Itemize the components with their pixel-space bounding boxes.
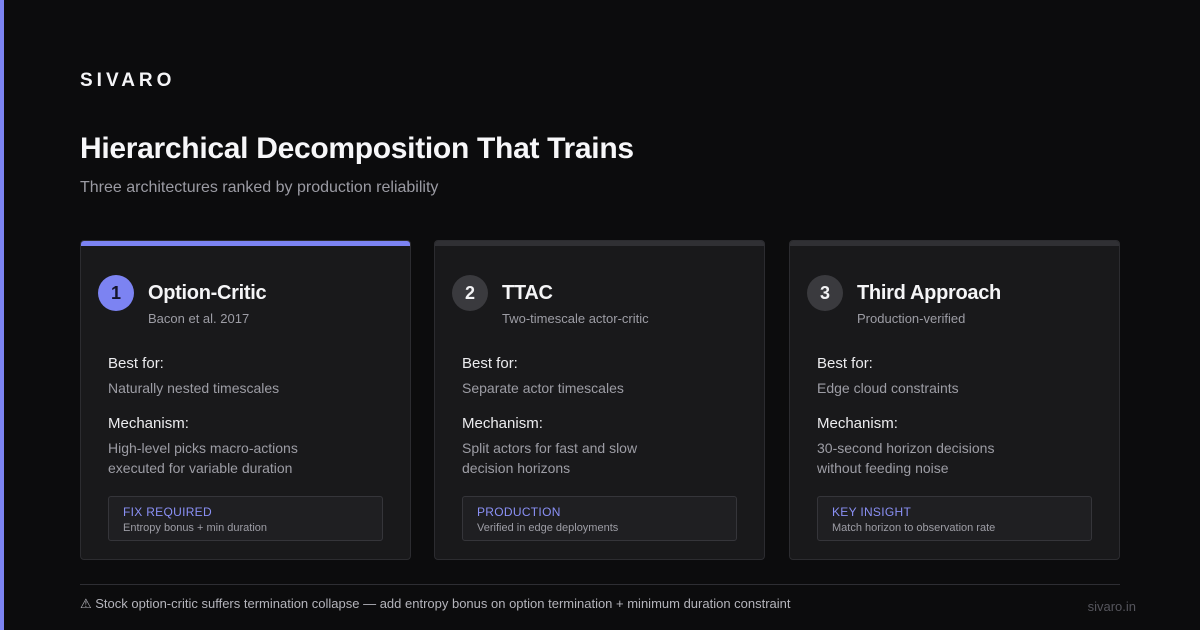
brand-logo: SIVARO xyxy=(80,70,176,91)
card-title: TTAC xyxy=(502,282,553,304)
page-subtitle: Three architectures ranked by production… xyxy=(80,179,439,196)
warning-footnote: ⚠ Stock option-critic suffers terminatio… xyxy=(80,596,791,611)
architecture-card-third-approach: 3 Third Approach Production-verified Bes… xyxy=(789,240,1120,560)
tag-title: KEY INSIGHT xyxy=(832,505,912,519)
mechanism-line-1: High-level picks macro-actions xyxy=(108,440,298,456)
best-for-label: Best for: xyxy=(108,355,164,372)
mechanism-line-1: 30-second horizon decisions xyxy=(817,440,995,456)
card-title: Option-Critic xyxy=(148,282,267,304)
status-tag: FIX REQUIRED Entropy bonus + min duratio… xyxy=(108,496,383,541)
best-for-value: Naturally nested timescales xyxy=(108,380,280,396)
mechanism-value: High-level picks macro-actions executed … xyxy=(108,438,298,478)
mechanism-line-2: decision horizons xyxy=(462,460,571,476)
best-for-value: Edge cloud constraints xyxy=(817,380,959,396)
card-title: Third Approach xyxy=(857,282,1001,304)
card-top-accent xyxy=(790,241,1119,246)
footer-site-link[interactable]: sivaro.in xyxy=(1088,599,1136,614)
mechanism-line-1: Split actors for fast and slow xyxy=(462,440,638,456)
rank-badge: 2 xyxy=(452,275,488,311)
best-for-value: Separate actor timescales xyxy=(462,380,624,396)
mechanism-line-2: without feeding noise xyxy=(817,460,949,476)
card-top-accent xyxy=(81,241,410,246)
architecture-card-ttac: 2 TTAC Two-timescale actor-critic Best f… xyxy=(434,240,765,560)
card-subtitle: Two-timescale actor-critic xyxy=(502,311,649,326)
footer-divider xyxy=(80,584,1120,585)
page-title: Hierarchical Decomposition That Trains xyxy=(80,132,634,165)
mechanism-label: Mechanism: xyxy=(817,415,898,432)
card-top-accent xyxy=(435,241,764,246)
left-accent-bar xyxy=(0,0,4,630)
status-tag: KEY INSIGHT Match horizon to observation… xyxy=(817,496,1092,541)
mechanism-label: Mechanism: xyxy=(108,415,189,432)
tag-title: FIX REQUIRED xyxy=(123,505,212,519)
card-subtitle: Bacon et al. 2017 xyxy=(148,311,250,326)
best-for-label: Best for: xyxy=(462,355,518,372)
status-tag: PRODUCTION Verified in edge deployments xyxy=(462,496,737,541)
tag-title: PRODUCTION xyxy=(477,505,561,519)
card-subtitle: Production-verified xyxy=(857,311,966,326)
best-for-label: Best for: xyxy=(817,355,873,372)
mechanism-line-2: executed for variable duration xyxy=(108,460,293,476)
mechanism-label: Mechanism: xyxy=(462,415,543,432)
tag-text: Verified in edge deployments xyxy=(477,522,619,534)
tag-text: Entropy bonus + min duration xyxy=(123,522,268,534)
rank-badge: 1 xyxy=(98,275,134,311)
rank-badge: 3 xyxy=(807,275,843,311)
architecture-card-option-critic: 1 Option-Critic Bacon et al. 2017 Best f… xyxy=(80,240,411,560)
mechanism-value: 30-second horizon decisions without feed… xyxy=(817,438,994,478)
mechanism-value: Split actors for fast and slow decision … xyxy=(462,438,637,478)
tag-text: Match horizon to observation rate xyxy=(832,522,996,534)
